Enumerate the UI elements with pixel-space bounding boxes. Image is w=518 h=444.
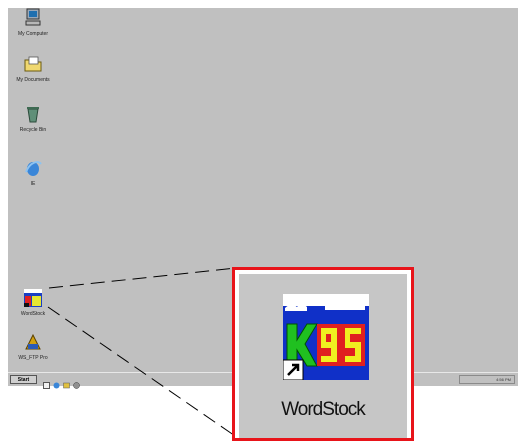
wordstock-label: WordStock xyxy=(281,399,366,420)
callout-background: WordStock xyxy=(239,274,407,438)
zoomed-icon-callout: WordStock xyxy=(232,267,414,441)
wordstock-icon[interactable] xyxy=(282,294,369,381)
